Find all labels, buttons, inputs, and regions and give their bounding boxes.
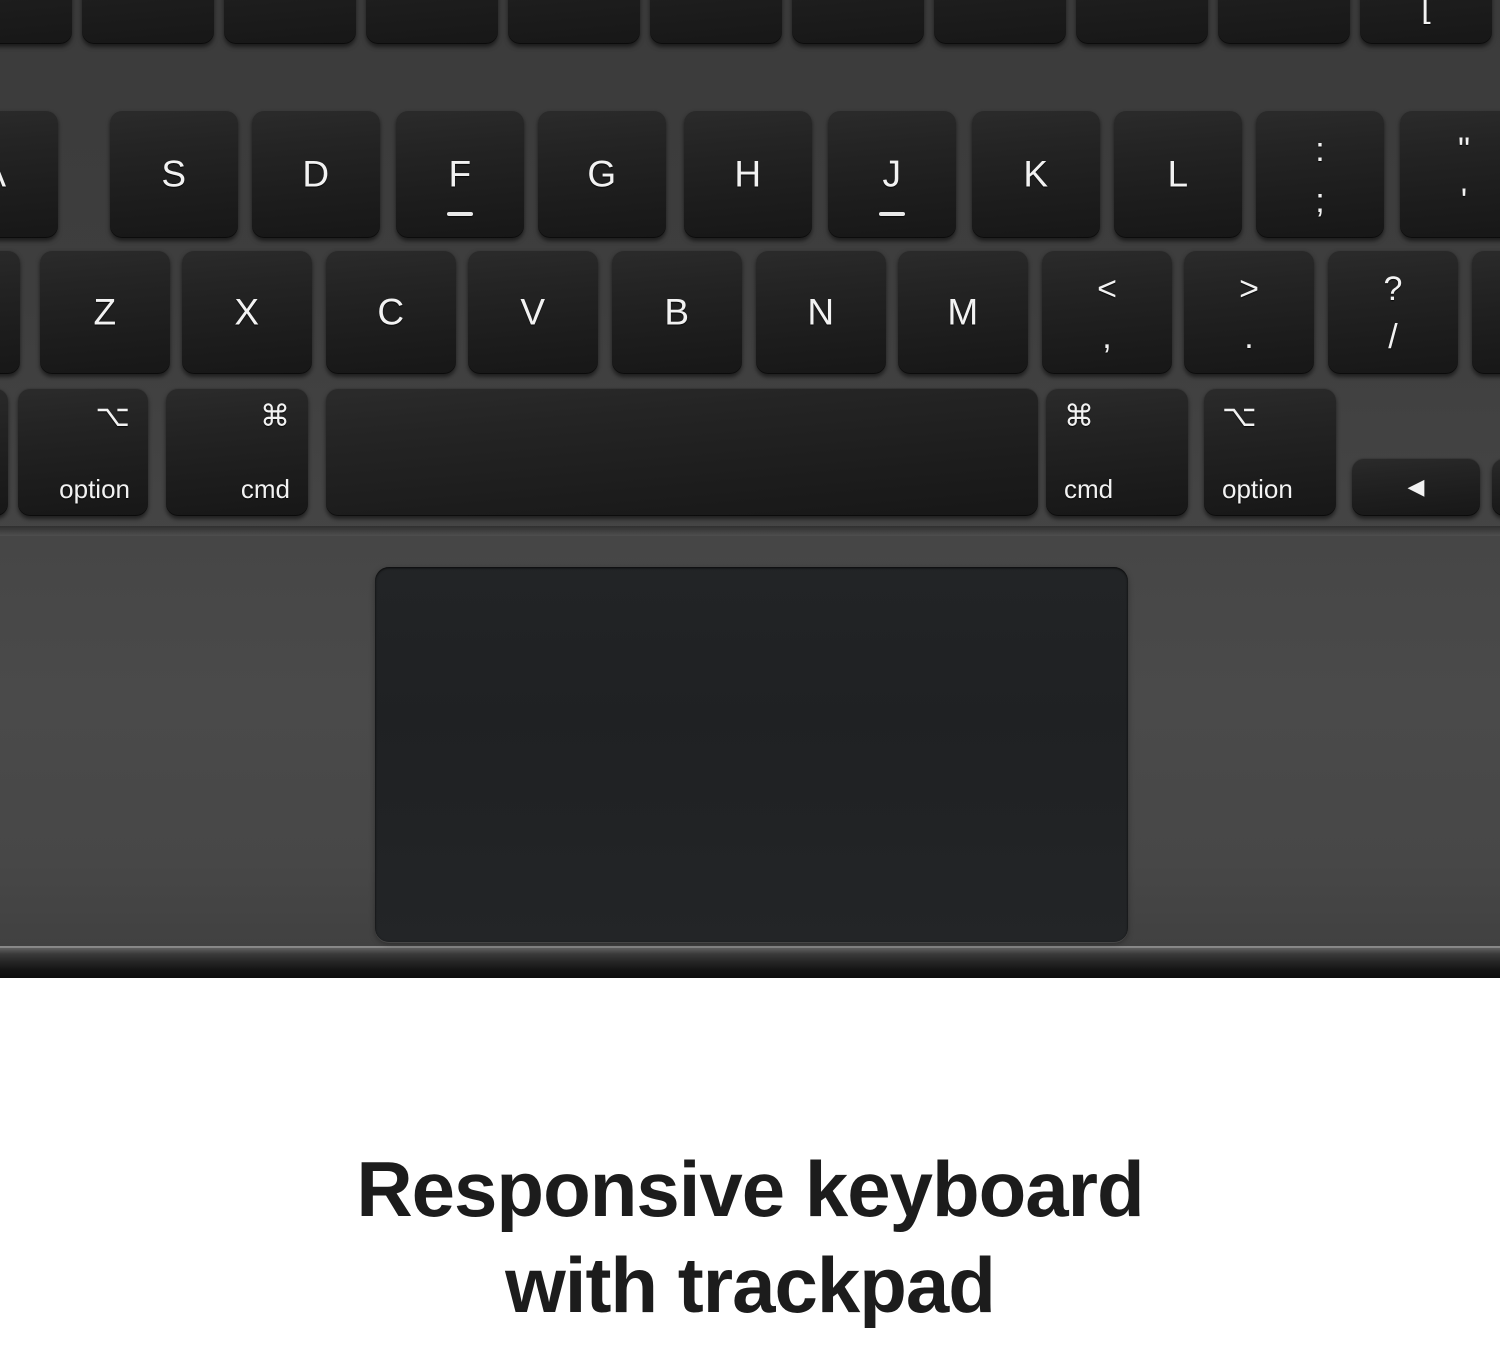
key-'[interactable]: " ': [1400, 110, 1500, 238]
key-label: N: [807, 291, 835, 333]
keyboard-photo: QWERTYUIOP{[ASDFGHJKL:;"'ZXCVBNM<,>.?/⌥o…: [0, 0, 1500, 978]
case-front-edge: [0, 946, 1500, 978]
key-label: A: [0, 156, 58, 193]
key-label: cmd: [1064, 474, 1114, 504]
key-p[interactable]: P: [1218, 0, 1350, 44]
key-j[interactable]: J: [828, 110, 956, 238]
homing-bar: [447, 212, 473, 216]
key-,[interactable]: <,: [1042, 250, 1172, 374]
key-legend-upper: ": [1457, 131, 1471, 170]
key-partial[interactable]: [0, 388, 8, 516]
key-q[interactable]: Q: [0, 0, 72, 44]
key-partial[interactable]: [0, 250, 20, 374]
key-s[interactable]: S: [110, 110, 238, 238]
key-label: M: [947, 291, 979, 333]
homing-bar: [879, 212, 905, 216]
key-label: H: [734, 153, 762, 195]
key-label: Z: [93, 291, 117, 333]
key-c[interactable]: C: [326, 250, 456, 374]
key-[[interactable]: {[: [1360, 0, 1492, 44]
key-m[interactable]: M: [898, 250, 1028, 374]
key-option[interactable]: ⌥ option: [18, 388, 148, 516]
key-d[interactable]: D: [252, 110, 380, 238]
arrow-left-icon: ◀: [1407, 474, 1425, 499]
key-label: option: [1222, 474, 1293, 504]
key-legend-lower: /: [1388, 318, 1398, 357]
key-.[interactable]: >.: [1184, 250, 1314, 374]
key-legend-upper: <: [1097, 270, 1117, 309]
key-r[interactable]: R: [366, 0, 498, 44]
key-label: G: [587, 153, 617, 195]
key-partial[interactable]: [1472, 250, 1500, 374]
key-label: K: [1023, 153, 1049, 195]
key-x[interactable]: X: [182, 250, 312, 374]
key-label: V: [520, 291, 546, 333]
key-;[interactable]: :;: [1256, 110, 1384, 238]
key-/[interactable]: ? /: [1328, 250, 1458, 374]
key-cmd[interactable]: ⌘ cmd: [1046, 388, 1188, 516]
key-z[interactable]: Z: [40, 250, 170, 374]
key-legend-upper: >: [1239, 270, 1259, 309]
key-b[interactable]: B: [612, 250, 742, 374]
key-a[interactable]: A: [0, 110, 58, 238]
product-image: QWERTYUIOP{[ASDFGHJKL:;"'ZXCVBNM<,>.?/⌥o…: [0, 0, 1500, 1346]
key-arrow-left[interactable]: ◀: [1352, 458, 1480, 516]
key-n[interactable]: N: [756, 250, 886, 374]
key-cmd[interactable]: ⌘ cmd: [166, 388, 308, 516]
key-space[interactable]: [326, 388, 1038, 516]
key-legend-lower: ;: [1315, 181, 1325, 220]
key-legend-lower: [: [1421, 0, 1431, 25]
key-o[interactable]: O: [1076, 0, 1208, 44]
trackpad[interactable]: [375, 567, 1128, 942]
key-f[interactable]: F: [396, 110, 524, 238]
key-label: F: [448, 153, 472, 195]
key-v[interactable]: V: [468, 250, 598, 374]
key-k[interactable]: K: [972, 110, 1100, 238]
key-label: X: [234, 291, 260, 333]
option-icon: ⌥: [95, 400, 130, 433]
caption: Responsive keyboard with trackpad: [0, 1150, 1500, 1324]
key-partial[interactable]: [1492, 458, 1500, 516]
command-icon: ⌘: [260, 400, 290, 433]
key-l[interactable]: L: [1114, 110, 1242, 238]
key-option[interactable]: ⌥ option: [1204, 388, 1336, 516]
caption-line-1: Responsive keyboard: [356, 1145, 1144, 1233]
key-label: J: [882, 153, 902, 195]
key-w[interactable]: W: [82, 0, 214, 44]
command-icon: ⌘: [1064, 400, 1094, 433]
option-icon: ⌥: [1222, 400, 1257, 433]
key-label: D: [302, 153, 330, 195]
key-label: B: [664, 291, 690, 333]
key-i[interactable]: I: [934, 0, 1066, 44]
key-legend-upper: :: [1315, 131, 1325, 170]
key-legend-lower: ,: [1102, 318, 1112, 357]
key-label: option: [59, 474, 130, 504]
key-label: L: [1167, 153, 1189, 195]
key-legend-lower: .: [1244, 318, 1254, 357]
key-e[interactable]: E: [224, 0, 356, 44]
key-g[interactable]: G: [538, 110, 666, 238]
key-legend-upper: ?: [1383, 270, 1403, 309]
key-t[interactable]: T: [508, 0, 640, 44]
key-h[interactable]: H: [684, 110, 812, 238]
key-y[interactable]: Y: [650, 0, 782, 44]
key-label: S: [161, 153, 187, 195]
key-label: cmd: [240, 474, 290, 504]
key-label: C: [377, 291, 405, 333]
key-legend-lower: ': [1460, 181, 1468, 220]
key-u[interactable]: U: [792, 0, 924, 44]
caption-line-2: with trackpad: [505, 1241, 996, 1329]
